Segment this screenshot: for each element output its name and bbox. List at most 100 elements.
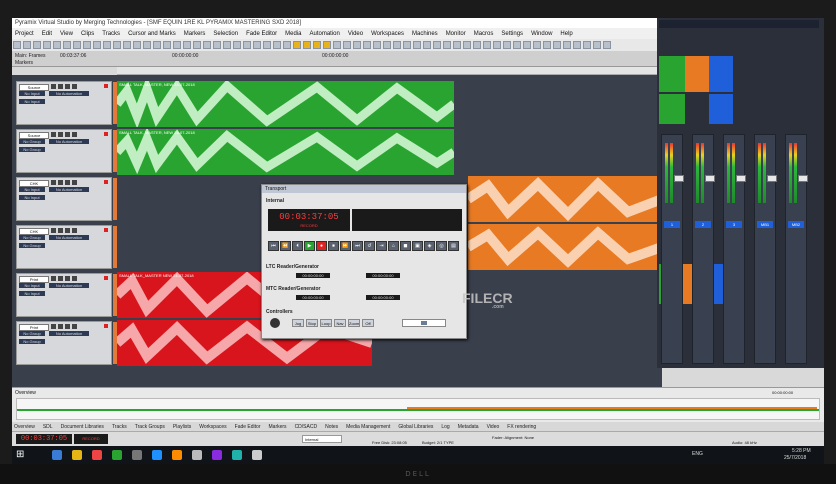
jog-slider[interactable] bbox=[402, 319, 446, 327]
timeline-ruler[interactable] bbox=[117, 67, 662, 75]
toolbar-button[interactable] bbox=[483, 41, 491, 49]
panel-tab[interactable]: SDL bbox=[43, 424, 53, 430]
fader-alignment[interactable]: Fader: Alignment: None bbox=[492, 435, 534, 440]
panel-tab[interactable]: CD/SACD bbox=[295, 424, 318, 430]
toolbar-button[interactable] bbox=[463, 41, 471, 49]
solo-icon[interactable] bbox=[58, 84, 63, 89]
panel-tab[interactable]: Markers bbox=[269, 424, 287, 430]
toolbar-button[interactable] bbox=[163, 41, 171, 49]
panel-tab[interactable]: Playlists bbox=[173, 424, 191, 430]
panel-tab[interactable]: Overview bbox=[14, 424, 35, 430]
toolbar-button[interactable] bbox=[373, 41, 381, 49]
transport-button[interactable]: ▤ bbox=[448, 241, 459, 251]
toolbar-button[interactable] bbox=[153, 41, 161, 49]
track-automation[interactable]: No Automation bbox=[49, 91, 89, 96]
menu-item[interactable]: Edit bbox=[42, 31, 52, 37]
toolbar-button[interactable] bbox=[493, 41, 501, 49]
toolbar-button[interactable] bbox=[73, 41, 81, 49]
taskbar-app-icon[interactable] bbox=[72, 450, 82, 460]
panel-tab[interactable]: Media Management bbox=[346, 424, 390, 430]
toolbar-button[interactable] bbox=[173, 41, 181, 49]
mute-icon[interactable] bbox=[51, 228, 56, 233]
controller-button[interactable]: Jog bbox=[292, 319, 304, 327]
toolbar-button[interactable] bbox=[313, 41, 321, 49]
toolbar-button[interactable] bbox=[243, 41, 251, 49]
transport-button[interactable]: ⏭ bbox=[352, 241, 363, 251]
toolbar-button[interactable] bbox=[23, 41, 31, 49]
toolbar-button[interactable] bbox=[553, 41, 561, 49]
record-arm-icon[interactable] bbox=[65, 132, 70, 137]
channel-fader[interactable] bbox=[798, 175, 808, 182]
taskbar-app-icon[interactable] bbox=[152, 450, 162, 460]
solo-icon[interactable] bbox=[58, 228, 63, 233]
toolbar-button[interactable] bbox=[43, 41, 51, 49]
track-group[interactable]: No Input bbox=[19, 195, 45, 200]
toolbar-button[interactable] bbox=[513, 41, 521, 49]
record-arm-icon[interactable] bbox=[65, 84, 70, 89]
taskbar-lang[interactable]: ENG bbox=[692, 451, 703, 457]
menu-item[interactable]: Window bbox=[531, 31, 552, 37]
toolbar-button[interactable] bbox=[583, 41, 591, 49]
toolbar-button[interactable] bbox=[363, 41, 371, 49]
mute-icon[interactable] bbox=[51, 180, 56, 185]
track-group[interactable]: No Input bbox=[19, 99, 45, 104]
sync-select[interactable]: Internal bbox=[302, 435, 342, 443]
toolbar-button[interactable] bbox=[133, 41, 141, 49]
toolbar-button[interactable] bbox=[593, 41, 601, 49]
record-indicator[interactable] bbox=[104, 132, 108, 136]
taskbar-app-icon[interactable] bbox=[52, 450, 62, 460]
panel-tab[interactable]: Document Libraries bbox=[61, 424, 104, 430]
menu-item[interactable]: Fade Editor bbox=[246, 31, 277, 37]
track-header[interactable]: Print No Input No Automation No Input bbox=[16, 273, 117, 317]
menu-item[interactable]: Tracks bbox=[102, 31, 120, 37]
transport-button[interactable]: ↺ bbox=[364, 241, 375, 251]
toolbar-button[interactable] bbox=[223, 41, 231, 49]
track-header[interactable]: Source No Input No Automation No Input bbox=[16, 81, 117, 125]
track-name[interactable]: Print bbox=[19, 324, 49, 331]
record-arm-icon[interactable] bbox=[65, 180, 70, 185]
toolbar-button[interactable] bbox=[193, 41, 201, 49]
toolbar-button[interactable] bbox=[273, 41, 281, 49]
track-automation[interactable]: No Automation bbox=[49, 139, 89, 144]
toolbar-button[interactable] bbox=[113, 41, 121, 49]
track-group[interactable]: No Group bbox=[19, 243, 45, 248]
mute-icon[interactable] bbox=[51, 276, 56, 281]
menu-item[interactable]: Macros bbox=[474, 31, 494, 37]
orange-clip-2[interactable] bbox=[468, 224, 662, 270]
taskbar-date[interactable]: 25/7/2018 bbox=[784, 455, 806, 461]
track-input[interactable]: No Group bbox=[19, 139, 45, 144]
toolbar-button[interactable] bbox=[533, 41, 541, 49]
toolbar-button[interactable] bbox=[293, 41, 301, 49]
panel-tab[interactable]: Workspaces bbox=[199, 424, 226, 430]
toolbar-button[interactable] bbox=[353, 41, 361, 49]
toolbar-button[interactable] bbox=[103, 41, 111, 49]
mixer-channel-strip[interactable]: MB1 bbox=[754, 134, 777, 364]
solo-icon[interactable] bbox=[58, 132, 63, 137]
toolbar-button[interactable] bbox=[413, 41, 421, 49]
taskbar-app-icon[interactable] bbox=[212, 450, 222, 460]
channel-fader[interactable] bbox=[736, 175, 746, 182]
transport-button[interactable]: ▣ bbox=[412, 241, 423, 251]
taskbar-app-icon[interactable] bbox=[192, 450, 202, 460]
transport-window[interactable]: Transport Internal 00:03:37:05 RECORD ⏮ ⏪… bbox=[261, 184, 467, 339]
monitor-icon[interactable] bbox=[72, 180, 77, 185]
track-automation[interactable]: No Automation bbox=[49, 283, 89, 288]
track-name[interactable]: Print bbox=[19, 276, 49, 283]
record-indicator[interactable] bbox=[104, 228, 108, 232]
menu-item[interactable]: Cursor and Marks bbox=[128, 31, 176, 37]
jog-slider-thumb[interactable] bbox=[421, 321, 427, 325]
record-arm-icon[interactable] bbox=[65, 324, 70, 329]
toolbar-button[interactable] bbox=[563, 41, 571, 49]
monitor-icon[interactable] bbox=[72, 276, 77, 281]
mixer-channel-strip[interactable]: 3 bbox=[723, 134, 746, 364]
overview-strip[interactable] bbox=[16, 398, 820, 420]
toolbar-button[interactable] bbox=[63, 41, 71, 49]
green-clip-1[interactable]: SMALL TALK, MASTER, NEW 24-07-2018 bbox=[117, 81, 454, 127]
mixer-panel[interactable]: Mix Bus 123MB1MB2 bbox=[657, 18, 824, 368]
mute-icon[interactable] bbox=[51, 132, 56, 137]
toolbar-button[interactable] bbox=[433, 41, 441, 49]
panel-tab[interactable]: Video bbox=[487, 424, 500, 430]
taskbar-app-icon[interactable] bbox=[112, 450, 122, 460]
mute-icon[interactable] bbox=[51, 324, 56, 329]
toolbar-button[interactable] bbox=[53, 41, 61, 49]
